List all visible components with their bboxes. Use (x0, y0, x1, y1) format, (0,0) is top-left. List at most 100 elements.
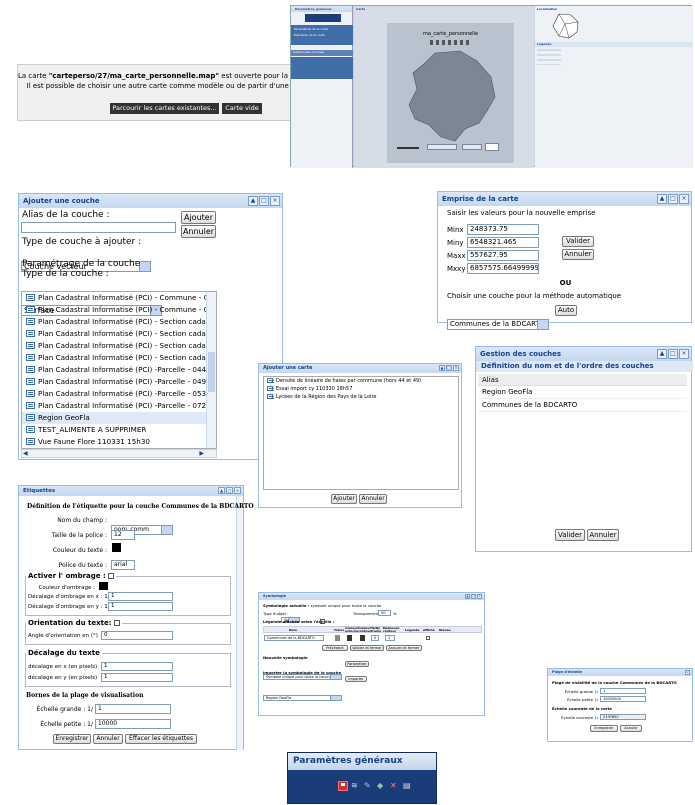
layer-list-item[interactable]: Plan Cadastral Informatisé (PCI) -Parcel… (22, 376, 207, 388)
large-scale-input[interactable]: 1 (95, 704, 171, 714)
layer-list-item[interactable]: Region GeoFla (22, 412, 207, 424)
cancel-button[interactable]: Annuler (587, 529, 619, 541)
add-map-button[interactable]: Ajouter (331, 494, 357, 504)
preview-panel-item[interactable]: Paramètres de la carte (291, 25, 353, 33)
large-scale-input[interactable]: 1 (600, 688, 646, 694)
shadow-y-input[interactable]: 1 (108, 602, 173, 611)
close-icon[interactable]: × (679, 349, 689, 359)
map-list-item[interactable]: Essai import cy 110330 18h57 (264, 385, 458, 393)
font-size-input[interactable]: 12 (111, 530, 135, 540)
cancel-button[interactable]: Annuler (359, 494, 387, 504)
map-list-item[interactable]: Lycées de la Région des Pays de la Loire (264, 393, 458, 401)
outline-thickness-input[interactable]: 1 (385, 635, 395, 641)
layer-list-item[interactable]: Plan Cadastral Informatisé (PCI) - Commu… (22, 292, 216, 304)
previous-button[interactable]: Précédent (322, 645, 348, 651)
grid-row[interactable]: Communes de la BDCARTO (478, 399, 687, 412)
validate-button[interactable]: Valider (562, 236, 594, 247)
layer-list-item[interactable]: Plan Cadastral Informatisé (PCI) -Parcel… (22, 400, 207, 412)
layer-list-item[interactable]: Plan Cadastral Informatisé (PCI) - Commu… (22, 304, 216, 316)
font-family-input[interactable]: arial (111, 560, 135, 570)
small-scale-input[interactable]: 10000 (95, 719, 171, 729)
angle-input[interactable]: 0 (101, 631, 173, 640)
cancel-button[interactable]: Annuler (562, 249, 594, 260)
minimize-icon[interactable]: ▲ (248, 196, 258, 206)
layer-list-item[interactable]: Plan Cadastral Informatisé (PCI) -Parcel… (22, 388, 207, 400)
layer-list-item[interactable]: Plan Cadastral Informatisé (PCI) - Secti… (22, 316, 216, 328)
layers-icon[interactable]: ≋ (351, 781, 361, 791)
scroll-left-icon[interactable]: ◀ (23, 450, 28, 457)
pen-icon[interactable]: ✎ (364, 781, 374, 791)
save-button[interactable]: Enregistrer (53, 734, 91, 744)
scroll-thumb[interactable] (208, 352, 215, 392)
layer-list-scrollbar[interactable] (206, 292, 216, 448)
text-color-swatch[interactable] (112, 543, 121, 552)
import-layer-select[interactable]: Region GeoFla (263, 695, 342, 701)
validate-close-button[interactable]: Valider et fermer (350, 645, 384, 651)
offset-x-input[interactable]: 1 (101, 662, 173, 671)
save-button[interactable]: Enregistrer (590, 725, 618, 732)
auto-layer-select[interactable]: Communes de la BDCARTO (447, 319, 549, 330)
maximize-icon[interactable]: □ (668, 194, 678, 204)
layer-list-item[interactable]: Plan Cadastral Informatisé (PCI) - Secti… (22, 340, 216, 352)
close-icon[interactable]: × (453, 365, 459, 371)
shadow-checkbox[interactable] (108, 573, 115, 579)
maximize-icon[interactable]: □ (446, 365, 452, 371)
auto-button[interactable]: Auto (555, 305, 577, 316)
layer-list-item[interactable]: Vue Faune Flore 110331 15h30 (22, 436, 207, 448)
miny-input[interactable]: 6548321.465 (467, 237, 539, 248)
preview-map-tools[interactable] (430, 40, 472, 45)
row-name[interactable]: Communes de la BDCARTO (264, 635, 324, 641)
layer-list-item[interactable]: Plan Cadastral Informatisé (PCI) - Secti… (22, 352, 216, 364)
cancel-close-button[interactable]: Annuler et fermer (386, 645, 422, 651)
close-icon[interactable]: × (270, 196, 280, 206)
map-list[interactable]: Densité de linéaire de haies par commune… (263, 376, 459, 490)
browse-maps-button[interactable]: Parcourir les cartes existantes... (110, 103, 219, 114)
maximize-icon[interactable]: □ (471, 594, 476, 599)
grid-row[interactable]: Region GeoFla (478, 386, 687, 399)
pattern-swatch[interactable] (335, 635, 340, 641)
cancel-button[interactable]: Annuler (93, 734, 123, 744)
empty-map-button[interactable]: Carte vide (222, 103, 262, 114)
close-icon[interactable]: × (679, 194, 689, 204)
small-scale-input[interactable]: 10000000 (600, 696, 646, 702)
close-icon[interactable]: × (234, 487, 241, 494)
preview-panel-item[interactable]: Éléments de la carte (291, 33, 353, 37)
offset-y-input[interactable]: 1 (101, 673, 173, 682)
close-icon[interactable]: × (477, 594, 482, 599)
maximize-icon[interactable]: □ (259, 196, 269, 206)
maximize-icon[interactable]: □ (668, 349, 678, 359)
scale-legend-checkbox[interactable] (320, 619, 325, 624)
maximize-icon[interactable]: □ (226, 487, 233, 494)
map-list-item[interactable]: Densité de linéaire de haies par commune… (264, 377, 458, 385)
transparency-input[interactable]: 50 (378, 610, 391, 616)
tag-icon[interactable]: ◆ (377, 781, 387, 791)
save-icon[interactable] (338, 781, 348, 791)
cancel-button[interactable]: Annuler (620, 725, 642, 732)
minimize-icon[interactable]: ▲ (218, 487, 225, 494)
add-layer-button[interactable]: Ajouter (181, 211, 216, 224)
clear-labels-button[interactable]: Effacer les étiquettes (125, 734, 197, 744)
pattern-size-input[interactable]: 0 (371, 635, 379, 641)
close-icon[interactable]: × (685, 670, 690, 675)
layer-list-item[interactable]: Plan Cadastral Informatisé (PCI) -Parcel… (22, 364, 207, 376)
orientation-checkbox[interactable] (113, 620, 120, 626)
import-button[interactable]: Importer (345, 676, 367, 682)
fill-color-swatch[interactable] (347, 635, 352, 641)
preview-map-canvas[interactable]: ma_carte_personnelle (387, 23, 514, 163)
minimize-icon[interactable]: ▲ (465, 594, 470, 599)
maxx-input[interactable]: 557627.95 (467, 250, 539, 261)
tools-icon[interactable]: ✕ (390, 781, 400, 791)
shadow-x-input[interactable]: 1 (108, 592, 173, 601)
displayed-checkbox[interactable] (426, 636, 430, 640)
layer-list-item[interactable]: Plan Cadastral Informatisé (PCI) - Secti… (22, 328, 216, 340)
scroll-right-icon[interactable]: ▶ (199, 450, 204, 457)
minx-input[interactable]: 248373.75 (467, 224, 539, 235)
minimize-icon[interactable]: ▲ (657, 349, 667, 359)
layer-list[interactable]: Plan Cadastral Informatisé (PCI) - Commu… (21, 291, 217, 449)
minimize-icon[interactable]: ▲ (657, 194, 667, 204)
alias-input[interactable] (21, 222, 176, 233)
document-icon[interactable]: ▤ (403, 781, 413, 791)
configure-button[interactable]: Paramétrer (345, 661, 369, 667)
outline-color-swatch[interactable] (360, 635, 365, 641)
maxy-input[interactable]: 6857575.66499999 (467, 263, 539, 274)
